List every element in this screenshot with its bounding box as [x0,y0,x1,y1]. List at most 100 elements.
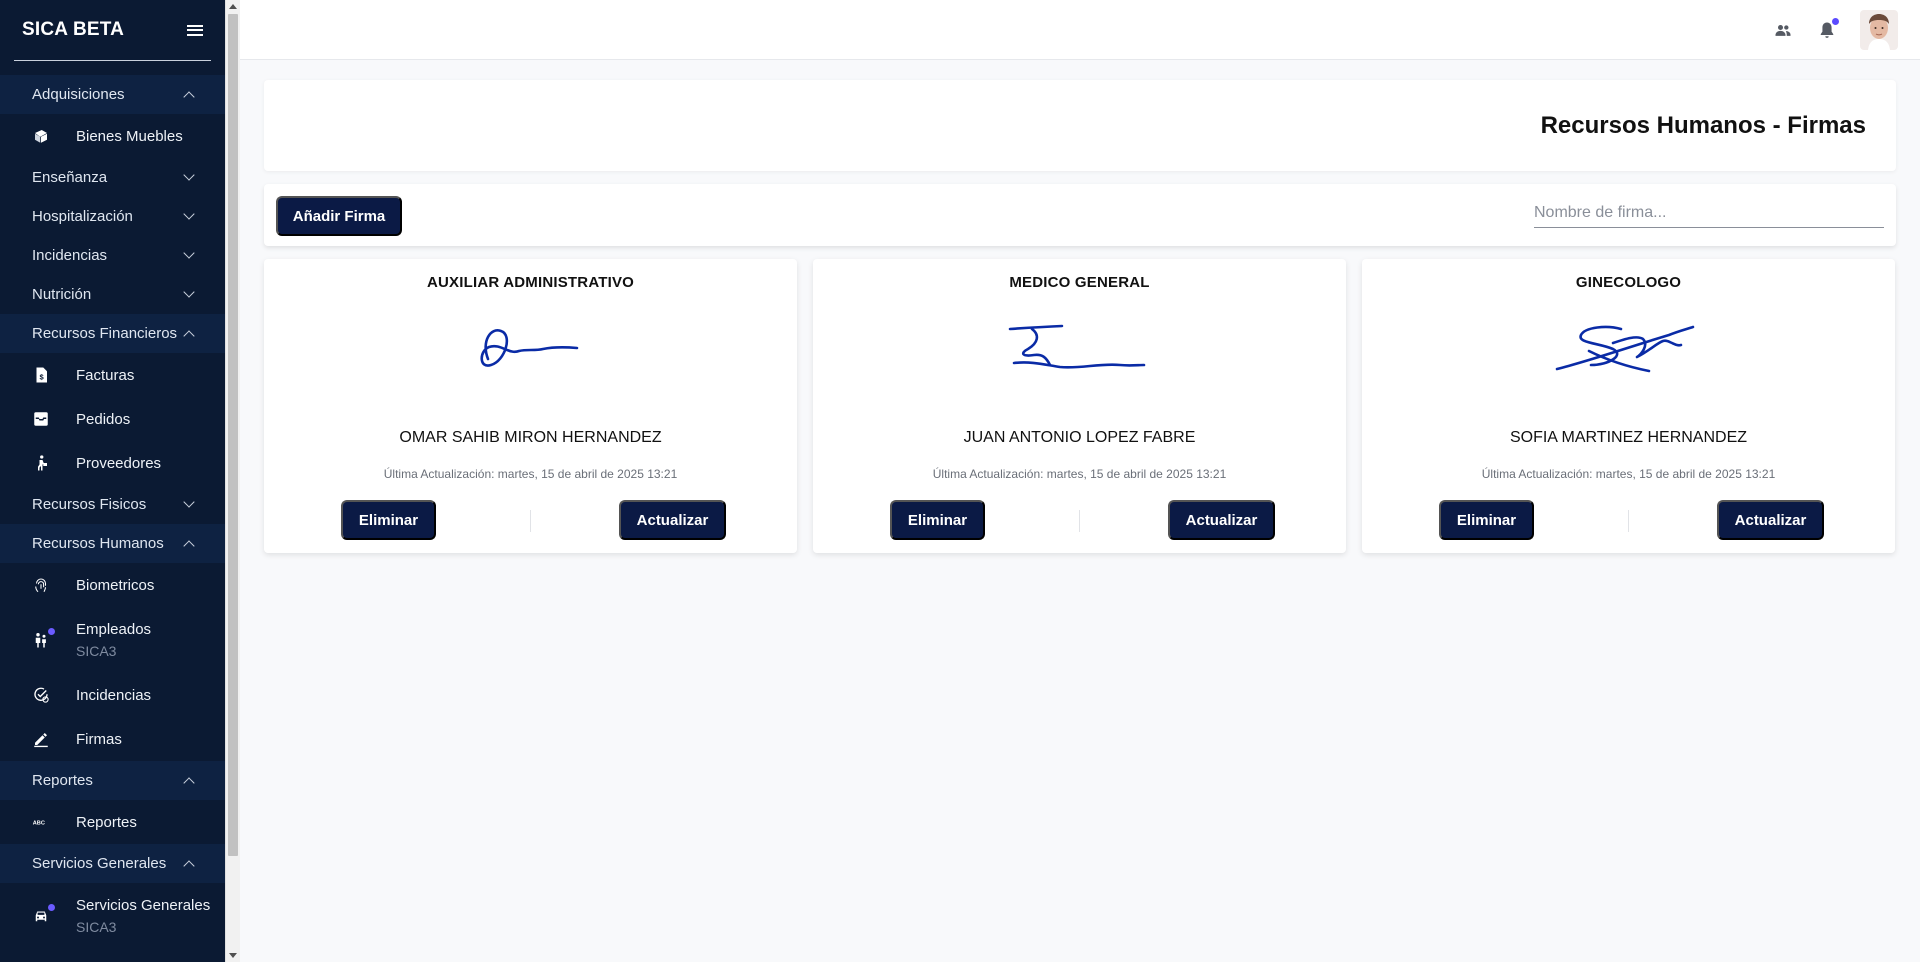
section-label: Nutrición [32,286,92,303]
scrollbar-thumb[interactable] [228,14,238,856]
section-label: Reportes [32,772,93,789]
sidebar-section-reportes[interactable]: Reportes [0,761,225,800]
add-signature-button[interactable]: Añadir Firma [276,196,402,236]
chevron-down-icon [183,169,195,181]
sidebar-item-empleados[interactable]: Empleados SICA3 [0,607,225,673]
sidebar-item-sublabel: SICA3 [76,643,117,659]
chevron-up-icon [183,329,195,342]
people-icon [32,628,55,649]
card-updated-date: Última Actualización: martes, 15 de abri… [1481,467,1776,481]
update-button[interactable]: Actualizar [1717,500,1824,540]
sidebar: SICA BETA Adquisiciones Bienes Muebles E… [0,0,225,962]
check-clock-icon [32,686,50,704]
sidebar-item-servicios-generales[interactable]: Servicios Generales SICA3 [0,883,225,949]
signature-card: MEDICO GENERAL JUAN ANTONIO LOPEZ FABRE … [813,259,1346,553]
chevron-down-icon [183,247,195,259]
sidebar-section-recursos-humanos[interactable]: Recursos Humanos [0,524,225,563]
section-label: Servicios Generales [32,855,167,872]
section-label: Adquisiciones [32,86,125,103]
card-updated-date: Última Actualización: martes, 15 de abri… [932,467,1227,481]
chevron-up-icon [183,90,195,103]
sidebar-item-pedidos[interactable]: Pedidos [0,397,225,441]
card-person-name: JUAN ANTONIO LOPEZ FABRE [963,429,1196,446]
section-label: Hospitalización [32,208,133,225]
sidebar-item-label: Facturas [76,366,135,384]
section-label: Recursos Financieros [32,325,178,342]
sidebar-item-label: Bienes Muebles [76,127,183,145]
menu-icon[interactable] [187,24,203,36]
sidebar-item-label: Pedidos [76,410,131,428]
sidebar-section-incidencias[interactable]: Incidencias [0,236,225,275]
card-title: AUXILIAR ADMINISTRATIVO [426,274,635,291]
sidebar-item-proveedores[interactable]: Proveedores [0,441,225,485]
sidebar-section-recursos-fisicos[interactable]: Recursos Fisicos [0,485,225,524]
sidebar-section-ensenanza[interactable]: Enseñanza [0,158,225,197]
chevron-down-icon [183,208,195,220]
sidebar-section-hospitalizacion[interactable]: Hospitalización [0,197,225,236]
scroll-up-arrow-icon[interactable] [229,4,237,9]
sidebar-item-reportes[interactable]: ABC Reportes [0,800,225,844]
sidebar-section-nutricion[interactable]: Nutrición [0,275,225,314]
section-label: Enseñanza [32,169,108,186]
sidebar-item-label: Proveedores [76,454,162,472]
svg-text:ABC: ABC [33,820,45,826]
signature-image [813,321,1346,391]
sidebar-section-adquisiciones[interactable]: Adquisiciones [0,75,225,114]
signature-card: AUXILIAR ADMINISTRATIVO OMAR SAHIB MIRON… [264,259,797,553]
notification-dot [1832,18,1839,25]
scroll-down-arrow-icon[interactable] [229,953,237,958]
update-button[interactable]: Actualizar [619,500,726,540]
sidebar-item-biometricos[interactable]: Biometricos [0,563,225,607]
divider [1079,510,1080,532]
signature-image [1362,321,1895,391]
top-bar [240,0,1920,60]
sidebar-item-label: Incidencias [76,686,152,704]
delete-button[interactable]: Eliminar [341,500,436,540]
card-actions: Eliminar Actualizar [1362,500,1895,540]
signature-card: GINECOLOGO SOFIA MARTINEZ HERNANDEZ Últi… [1362,259,1895,553]
section-label: Incidencias [32,247,108,264]
card-person-name: SOFIA MARTINEZ HERNANDEZ [1509,429,1748,446]
sidebar-section-servicios-generales[interactable]: Servicios Generales [0,844,225,883]
invoice-icon: $ [32,366,50,384]
delete-button[interactable]: Eliminar [890,500,985,540]
sidebar-item-label: Empleados [76,621,152,638]
chevron-down-icon [183,286,195,298]
sidebar-item-firmas[interactable]: Firmas [0,717,225,761]
signature-search-input[interactable] [1534,198,1884,228]
section-label: Recursos Fisicos [32,496,147,513]
sidebar-item-facturas[interactable]: $ Facturas [0,353,225,397]
sidebar-item-label: Servicios Generales [76,897,211,914]
page-header-card: Recursos Humanos - Firmas [264,80,1896,171]
card-actions: Eliminar Actualizar [813,500,1346,540]
bell-icon[interactable] [1816,18,1839,41]
page-title: Recursos Humanos - Firmas [1540,112,1866,139]
topbar-actions [1772,10,1898,50]
card-title: GINECOLOGO [1575,274,1682,291]
divider [14,60,211,61]
sidebar-item-label: Reportes [76,813,137,831]
delivery-person-icon [32,454,50,472]
sidebar-item-incidencias[interactable]: Incidencias [0,673,225,717]
delete-button[interactable]: Eliminar [1439,500,1534,540]
section-label: Recursos Humanos [32,535,164,552]
inbox-icon [32,410,50,428]
abc-icon: ABC [32,813,50,831]
divider [1628,510,1629,532]
users-icon[interactable] [1772,19,1794,41]
card-updated-date: Última Actualización: martes, 15 de abri… [383,467,678,481]
notification-dot [48,904,55,911]
sidebar-item-label: Biometricos [76,576,155,594]
sidebar-header: SICA BETA [0,0,225,60]
sidebar-section-recursos-financieros[interactable]: Recursos Financieros [0,314,225,353]
sidebar-nav: Adquisiciones Bienes Muebles Enseñanza H… [0,75,225,949]
toolbar: Añadir Firma [264,184,1896,246]
sidebar-item-bienes-muebles[interactable]: Bienes Muebles [0,114,225,158]
sidebar-scrollbar[interactable] [225,0,240,962]
fingerprint-icon [32,576,50,594]
avatar[interactable] [1860,10,1898,50]
update-button[interactable]: Actualizar [1168,500,1275,540]
chevron-up-icon [183,539,195,552]
sidebar-item-label: Firmas [76,730,122,748]
divider [530,510,531,532]
